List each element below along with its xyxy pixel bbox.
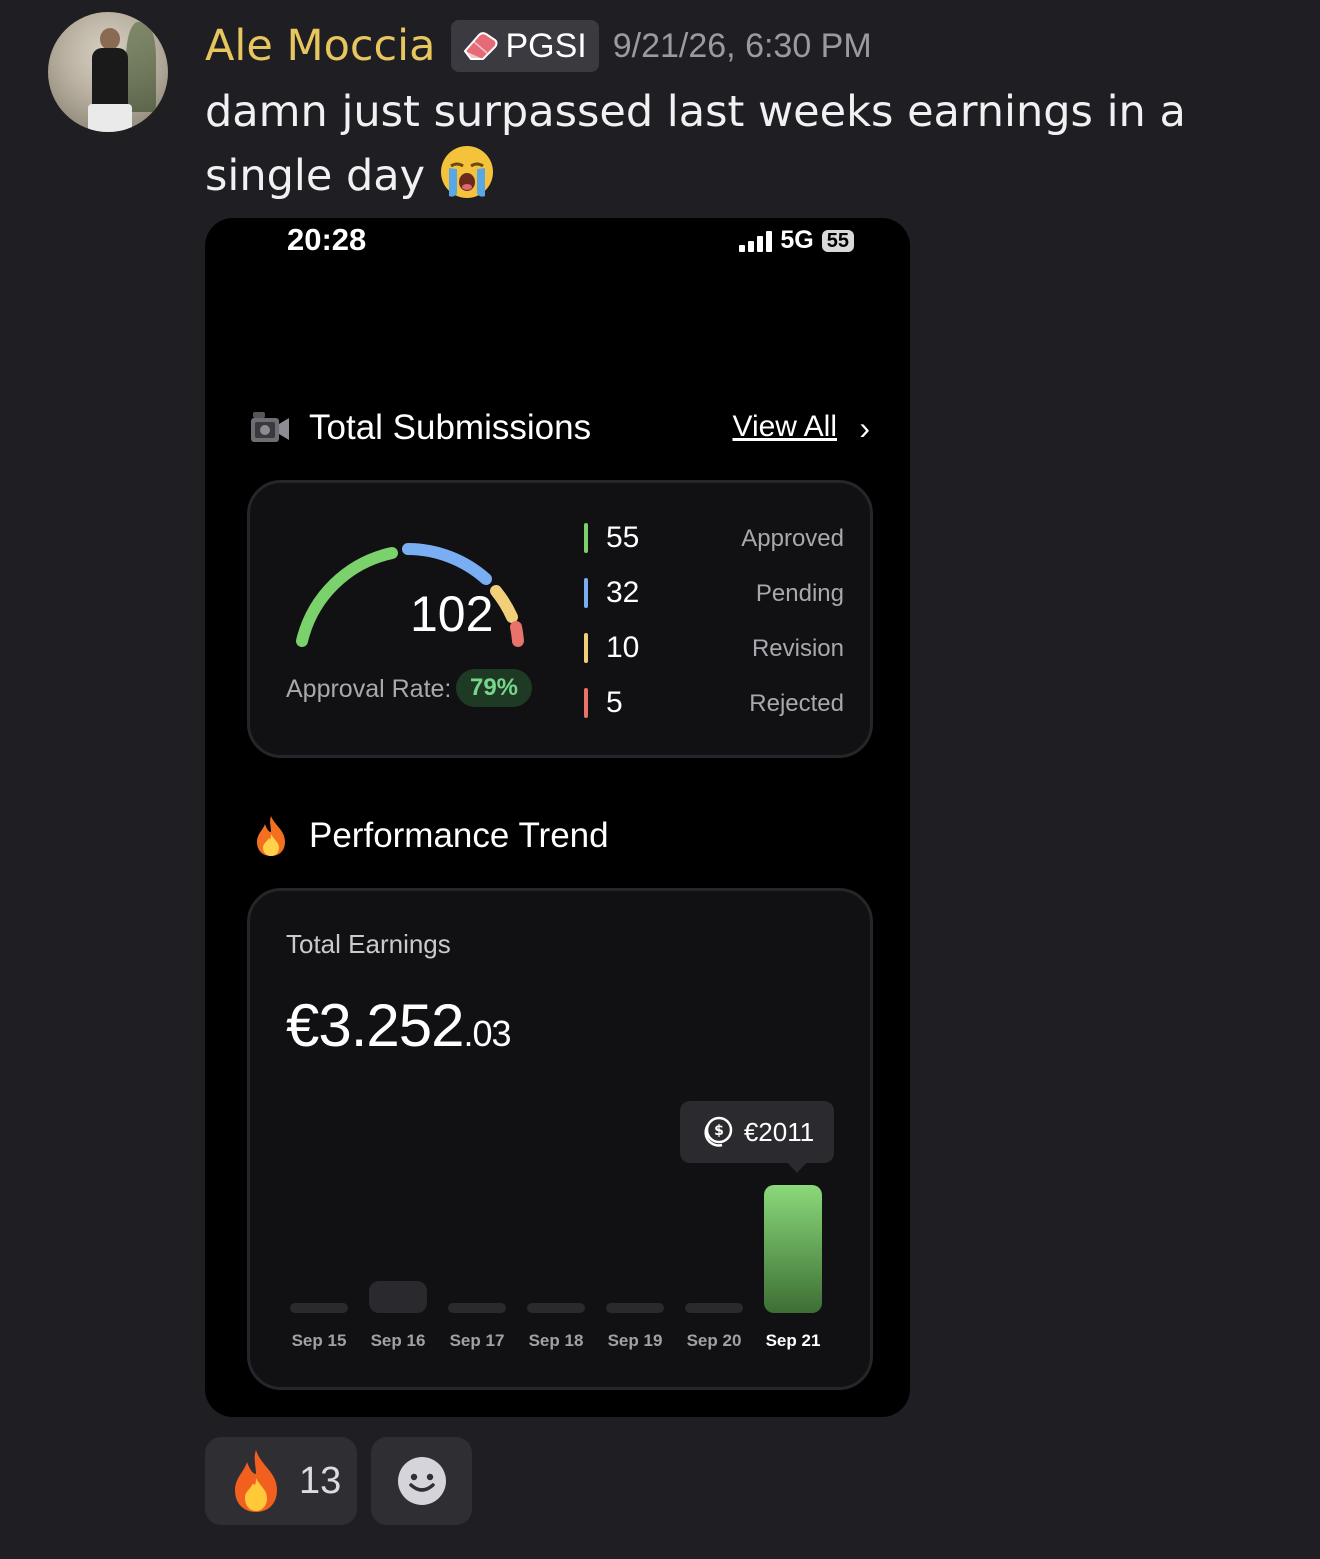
reaction-count: 13 [299, 1459, 342, 1502]
username[interactable]: Ale Moccia [205, 21, 435, 71]
reaction-fire[interactable]: 13 [205, 1437, 357, 1525]
chart-bar[interactable] [290, 1303, 348, 1313]
chart-bar[interactable] [369, 1281, 427, 1313]
fire-icon [235, 1450, 277, 1512]
chart-bar[interactable] [685, 1303, 743, 1313]
stat-bar [584, 523, 588, 553]
earnings-value: €3.252.03 [286, 991, 512, 1060]
approval-rate-label: Approval Rate: [286, 675, 452, 703]
stat-row-approved: 55 Approved [584, 521, 844, 555]
approval-rate-badge: 79% [456, 669, 532, 707]
stat-label: Revision [751, 635, 844, 662]
stat-row-rejected: 5 Rejected [584, 686, 844, 720]
status-indicators: 5G 55 [739, 226, 854, 255]
chart-x-label: Sep 20 [686, 1331, 742, 1350]
fire-icon [257, 816, 285, 856]
chart-tooltip: $ €2011 [680, 1101, 834, 1163]
stat-count: 5 [606, 686, 623, 719]
stat-count: 32 [606, 576, 640, 609]
submissions-card: 102 Approval Rate: 79% 55 Approved 32 Pe… [247, 480, 873, 758]
role-tag[interactable]: PGSI [451, 20, 599, 72]
stat-label: Rejected [749, 690, 844, 717]
message-text: damn just surpassed last weeks earnings … [205, 87, 1186, 201]
stat-label: Approved [741, 525, 844, 552]
message-timestamp: 9/21/26, 6:30 PM [612, 26, 872, 65]
total-submissions-value: 102 [410, 586, 494, 642]
stat-count: 10 [606, 631, 640, 664]
stat-bar [584, 578, 588, 608]
chart-x-label: Sep 18 [528, 1331, 584, 1350]
user-avatar[interactable] [48, 12, 168, 132]
section-title-performance: Performance Trend [309, 816, 609, 855]
status-time: 20:28 [287, 222, 367, 257]
tooltip-tail [786, 1161, 808, 1173]
signal-icon [739, 230, 773, 252]
stat-bar [584, 688, 588, 718]
stat-bar [584, 633, 588, 663]
earnings-cents: .03 [463, 1013, 512, 1054]
view-all-link[interactable]: View All [732, 410, 837, 444]
chart-bar[interactable] [527, 1303, 585, 1313]
embedded-screenshot[interactable]: 20:28 5G 55 Total Submissions View All › [205, 218, 910, 1417]
eraser-icon [464, 32, 498, 60]
stat-row-pending: 32 Pending [584, 576, 844, 610]
stat-count: 55 [606, 521, 640, 554]
battery-icon: 55 [821, 229, 854, 252]
stat-row-revision: 10 Revision [584, 631, 844, 665]
chart-x-label: Sep 21 [765, 1331, 821, 1350]
role-tag-label: PGSI [505, 26, 587, 65]
earnings-main: €3.252 [286, 992, 465, 1059]
chat-message: Ale Moccia PGSI 9/21/26, 6:30 PM damn ju… [0, 0, 1320, 1559]
svg-text:$: $ [714, 1123, 724, 1139]
message-body: damn just surpassed last weeks earnings … [205, 80, 1295, 208]
earnings-label: Total Earnings [286, 929, 451, 959]
chart-x-label: Sep 15 [291, 1331, 347, 1350]
chart-x-label: Sep 17 [449, 1331, 505, 1350]
video-camera-icon [251, 412, 289, 442]
loudly-crying-face-icon [440, 146, 493, 198]
section-title-submissions: Total Submissions [309, 408, 592, 447]
earnings-card: Total Earnings €3.252.03 $ €2011 Sep 15 S… [247, 888, 873, 1390]
coin-icon: $ [704, 1116, 733, 1147]
chart-x-label: Sep 16 [370, 1331, 426, 1350]
tooltip-value: €2011 [743, 1116, 815, 1147]
chart-x-label: Sep 19 [607, 1331, 663, 1350]
chart-bar[interactable] [448, 1303, 506, 1313]
chevron-right-icon[interactable]: › [859, 410, 870, 447]
add-reaction-button[interactable] [371, 1437, 472, 1525]
network-label: 5G [780, 226, 814, 254]
chart-bar[interactable] [606, 1303, 664, 1313]
stat-label: Pending [755, 580, 844, 607]
message-header: Ale Moccia PGSI 9/21/26, 6:30 PM [205, 18, 872, 74]
chart-bar[interactable] [764, 1185, 822, 1313]
add-reaction-icon [397, 1457, 446, 1505]
